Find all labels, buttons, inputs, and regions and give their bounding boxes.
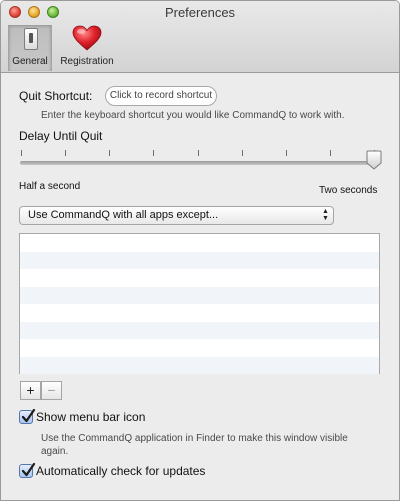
checkmark-icon [21, 409, 36, 423]
show-menu-bar-icon-checkbox[interactable] [19, 409, 36, 424]
list-row [20, 304, 379, 322]
apps-mode-popup-value: Use CommandQ with all apps except... [28, 209, 219, 221]
quit-shortcut-label: Quit Shortcut: [19, 89, 93, 103]
toolbar-tab-general[interactable]: General [8, 25, 52, 71]
list-row [20, 339, 379, 357]
slider-tick [153, 150, 155, 156]
toolbar-tab-registration[interactable]: Registration [56, 25, 118, 71]
list-row [20, 286, 379, 304]
slider-tick [329, 150, 331, 156]
heart-icon [72, 25, 102, 54]
add-app-button[interactable]: + [20, 381, 41, 400]
auto-update-checkbox[interactable] [19, 463, 36, 478]
delay-max-label: Two seconds [319, 185, 378, 196]
list-row [20, 234, 379, 252]
delay-min-label: Half a second [19, 181, 81, 192]
list-row [20, 356, 379, 374]
toolbar-tab-registration-label: Registration [60, 56, 114, 67]
show-menu-bar-icon-label[interactable]: Show menu bar icon [36, 410, 145, 424]
slider-tick [109, 150, 111, 156]
slider-tick [285, 150, 287, 156]
excluded-apps-list[interactable] [19, 233, 380, 374]
window-title: Preferences [164, 5, 236, 20]
list-row [20, 269, 379, 287]
checkmark-icon [21, 463, 36, 477]
title-bar: Preferences General Registration [1, 1, 399, 73]
apps-mode-popup[interactable]: Use CommandQ with all apps except... ▲ ▼ [19, 206, 334, 225]
list-row [20, 321, 379, 339]
delay-slider-thumb[interactable] [366, 150, 382, 170]
shortcut-recorder-field[interactable]: Click to record shortcut [105, 86, 217, 106]
remove-app-button[interactable]: − [41, 381, 62, 400]
slider-tick [197, 150, 199, 156]
slider-tick [21, 150, 22, 156]
toolbar-tab-general-label: General [12, 56, 48, 67]
delay-slider-track[interactable] [20, 161, 380, 165]
list-row [20, 251, 379, 269]
slider-tick [65, 150, 67, 156]
auto-update-label[interactable]: Automatically check for updates [36, 464, 205, 478]
preferences-window: Preferences General Registration Quit Sh… [0, 0, 400, 501]
menu-bar-icon-hint-line1: Use the CommandQ application in Finder t… [41, 433, 348, 444]
chevron-updown-icon: ▲ ▼ [322, 208, 329, 222]
slider-tick [241, 150, 243, 156]
delay-label: Delay Until Quit [19, 129, 103, 143]
menu-bar-icon-hint-line2: again. [41, 446, 69, 457]
switch-icon [24, 28, 38, 50]
quit-shortcut-hint: Enter the keyboard shortcut you would li… [41, 110, 345, 121]
